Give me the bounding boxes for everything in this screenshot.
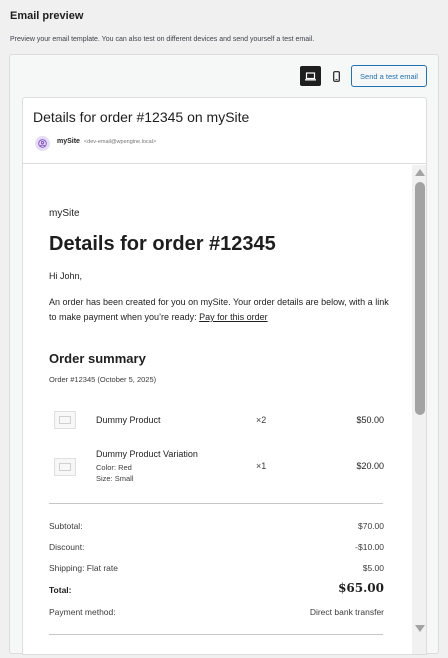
email-preview-frame: Details for order #12345 on mySite mySit… bbox=[22, 97, 427, 655]
pay-for-order-link[interactable]: Pay for this order bbox=[199, 312, 268, 322]
product-name: Dummy Product Variation bbox=[96, 449, 198, 459]
panel-description: Preview your email template. You can als… bbox=[10, 36, 315, 43]
email-body: mySite Details for order #12345 Hi John,… bbox=[23, 165, 426, 654]
items-divider bbox=[49, 503, 383, 504]
email-subject: Details for order #12345 on mySite bbox=[33, 109, 250, 125]
order-summary-title: Order summary bbox=[49, 351, 146, 366]
product-price: $50.00 bbox=[356, 415, 384, 425]
email-site-name: mySite bbox=[49, 208, 80, 219]
product-quantity: ×1 bbox=[256, 461, 267, 471]
scroll-up-arrow-icon[interactable] bbox=[415, 169, 425, 176]
payment-method-label: Payment method: bbox=[49, 607, 116, 617]
product-meta-size: Size: Small bbox=[96, 474, 134, 483]
sender-name: mySite bbox=[57, 138, 80, 145]
discount-label: Discount: bbox=[49, 542, 85, 552]
subtotal-value: $70.00 bbox=[358, 521, 384, 531]
shipping-label: Shipping: Flat rate bbox=[49, 563, 118, 573]
desktop-view-button[interactable] bbox=[300, 66, 321, 86]
email-heading: Details for order #12345 bbox=[49, 233, 276, 255]
email-scrollbar[interactable] bbox=[412, 165, 426, 654]
shipping-value: $5.00 bbox=[362, 563, 384, 573]
sender-avatar bbox=[35, 136, 50, 151]
product-meta-color: Color: Red bbox=[96, 463, 132, 472]
totals-divider bbox=[49, 634, 383, 635]
scroll-down-arrow-icon[interactable] bbox=[415, 625, 425, 632]
payment-method-value: Direct bank transfer bbox=[309, 607, 384, 617]
product-image-placeholder bbox=[54, 458, 76, 476]
discount-value: -$10.00 bbox=[355, 542, 384, 552]
smartphone-icon bbox=[332, 70, 340, 82]
product-image-placeholder bbox=[54, 411, 76, 429]
product-name: Dummy Product bbox=[96, 415, 161, 425]
email-from: mySite <dev-email@wpengine.local> bbox=[57, 138, 156, 145]
sender-email: <dev-email@wpengine.local> bbox=[83, 139, 157, 145]
user-icon bbox=[38, 139, 47, 148]
preview-container: Send a test email Details for order #123… bbox=[9, 54, 439, 655]
email-intro: An order has been created for you on myS… bbox=[49, 295, 389, 325]
product-quantity: ×2 bbox=[256, 415, 267, 425]
mobile-view-button[interactable] bbox=[326, 66, 346, 86]
total-label: Total: bbox=[49, 585, 72, 595]
order-summary-meta: Order #12345 (October 5, 2025) bbox=[49, 375, 157, 384]
product-price: $20.00 bbox=[356, 461, 384, 471]
panel-title: Email preview bbox=[10, 10, 84, 22]
laptop-icon bbox=[305, 71, 316, 80]
email-greeting: Hi John, bbox=[49, 271, 83, 281]
email-header: Details for order #12345 on mySite mySit… bbox=[23, 98, 426, 164]
scrollbar-thumb[interactable] bbox=[415, 182, 425, 415]
total-value: $65.00 bbox=[338, 581, 384, 595]
subtotal-label: Subtotal: bbox=[49, 521, 83, 531]
send-test-email-button[interactable]: Send a test email bbox=[351, 65, 427, 87]
